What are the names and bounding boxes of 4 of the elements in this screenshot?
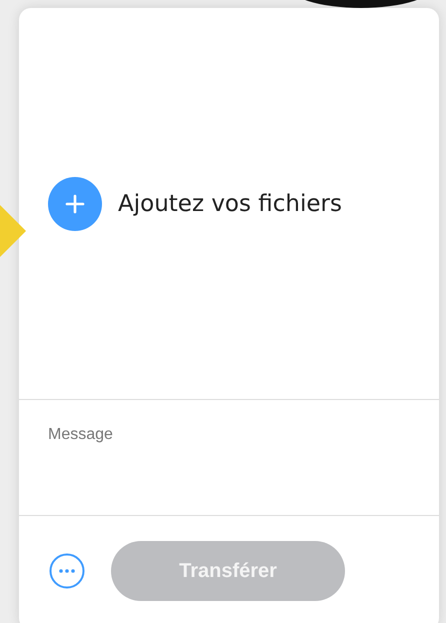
add-files-button[interactable]: Ajoutez vos fichiers (48, 176, 342, 230)
pointer-triangle-icon (0, 205, 26, 257)
plus-icon (48, 176, 102, 230)
more-options-icon[interactable] (48, 552, 86, 590)
